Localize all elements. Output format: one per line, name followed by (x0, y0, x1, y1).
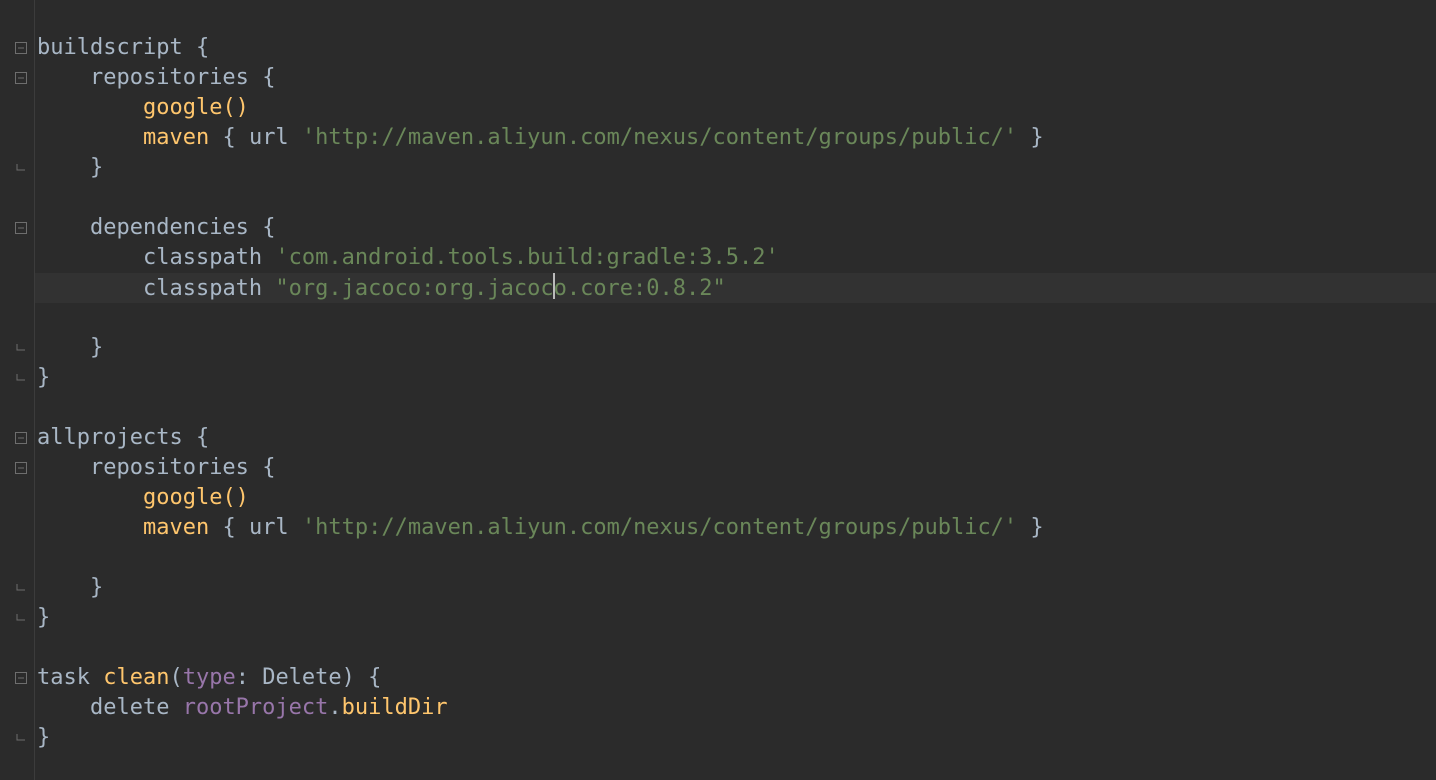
fold-end-icon (14, 341, 28, 355)
code-line[interactable] (35, 633, 1436, 663)
code-line[interactable]: maven { url 'http://maven.aliyun.com/nex… (35, 513, 1436, 543)
code-line[interactable]: google() (35, 93, 1436, 123)
code-line[interactable] (35, 543, 1436, 573)
code-line[interactable]: task clean(type: Delete) { (35, 663, 1436, 693)
code-line[interactable] (35, 183, 1436, 213)
fold-minus-icon[interactable] (14, 431, 28, 445)
code-line[interactable]: delete rootProject.buildDir (35, 693, 1436, 723)
editor-gutter (0, 0, 35, 780)
fold-minus-icon[interactable] (14, 461, 28, 475)
code-line[interactable]: maven { url 'http://maven.aliyun.com/nex… (35, 123, 1436, 153)
code-line[interactable]: } (35, 333, 1436, 363)
code-line[interactable]: google() (35, 483, 1436, 513)
code-line[interactable]: } (35, 723, 1436, 753)
code-line[interactable]: allprojects { (35, 423, 1436, 453)
code-line[interactable] (35, 303, 1436, 333)
code-line[interactable]: dependencies { (35, 213, 1436, 243)
fold-minus-icon[interactable] (14, 221, 28, 235)
fold-minus-icon[interactable] (14, 671, 28, 685)
code-area[interactable]: buildscript { repositories { google() ma… (35, 0, 1436, 780)
fold-end-icon (14, 731, 28, 745)
fold-end-icon (14, 611, 28, 625)
code-line[interactable]: } (35, 573, 1436, 603)
fold-minus-icon[interactable] (14, 71, 28, 85)
fold-end-icon (14, 581, 28, 595)
code-editor[interactable]: buildscript { repositories { google() ma… (0, 0, 1436, 780)
code-line[interactable] (35, 393, 1436, 423)
code-line-active[interactable]: classpath "org.jacoco:org.jacoco.core:0.… (35, 273, 1436, 303)
code-line[interactable]: classpath 'com.android.tools.build:gradl… (35, 243, 1436, 273)
code-line[interactable]: } (35, 603, 1436, 633)
code-line[interactable]: } (35, 363, 1436, 393)
fold-minus-icon[interactable] (14, 41, 28, 55)
fold-end-icon (14, 161, 28, 175)
fold-end-icon (14, 371, 28, 385)
code-line[interactable]: } (35, 153, 1436, 183)
code-line[interactable]: buildscript { (35, 33, 1436, 63)
code-line[interactable]: repositories { (35, 453, 1436, 483)
code-line[interactable]: repositories { (35, 63, 1436, 93)
